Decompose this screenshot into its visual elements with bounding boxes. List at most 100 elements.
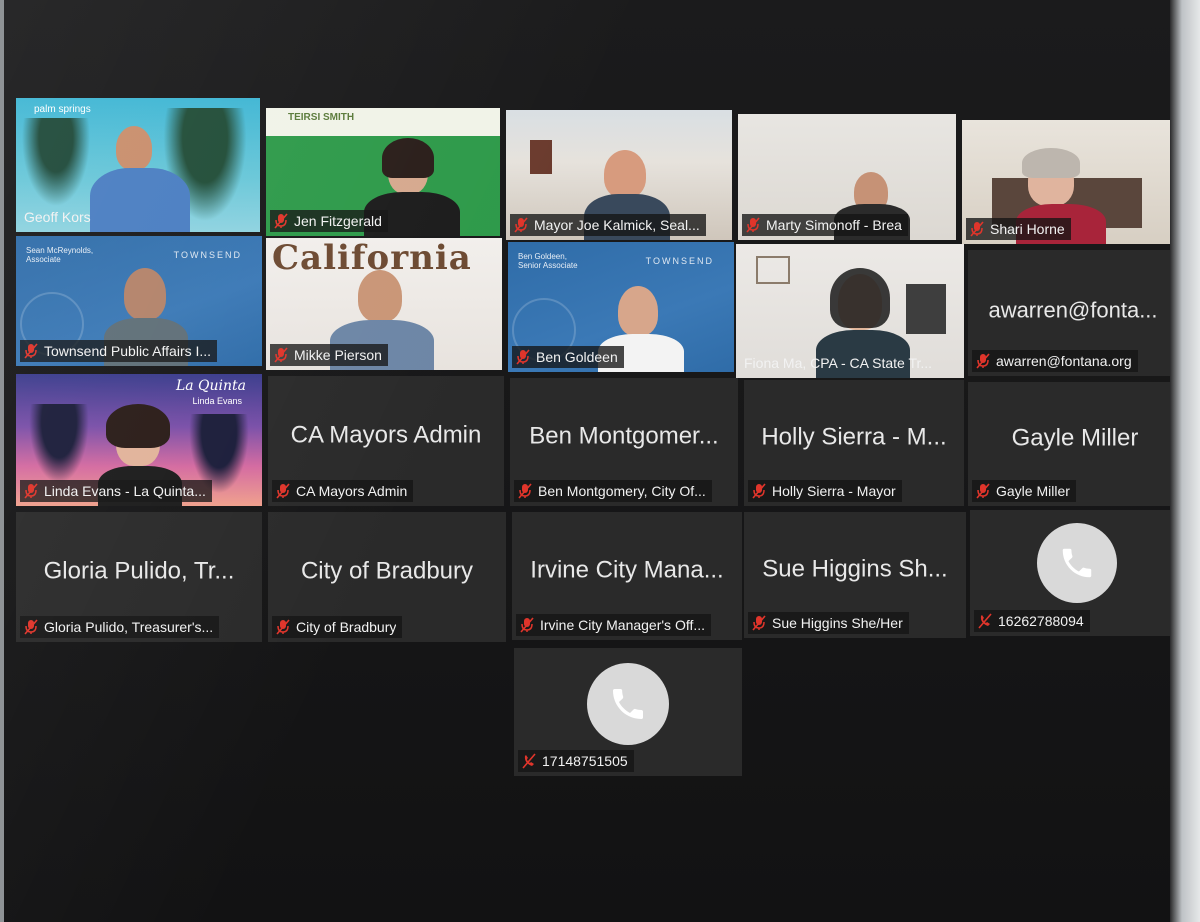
phone-tile-17148751505[interactable]: 17148751505 (514, 648, 742, 776)
zoom-gallery-view: palm springs Geoff Kors TEIRSI SMITH Jen… (4, 0, 1198, 922)
participant-display-name: Gloria Pulido, Tr... (43, 557, 235, 585)
participant-face (116, 126, 152, 170)
video-tile-marty-simonoff[interactable]: Marty Simonoff - Brea (738, 114, 956, 240)
phone-tile-16262788094[interactable]: 16262788094 (970, 510, 1184, 636)
video-tile-city-of-bradbury[interactable]: City of Bradbury City of Bradbury (268, 512, 506, 642)
muted-mic-icon (752, 615, 766, 631)
participant-name: awarren@fontana.org (996, 353, 1132, 369)
participant-label: Gayle Miller (972, 480, 1076, 502)
participant-label: Holly Sierra - Mayor (748, 480, 902, 502)
participant-label: Gloria Pulido, Treasurer's... (20, 616, 220, 638)
participant-name: Marty Simonoff - Brea (766, 217, 902, 233)
participant-name: 17148751505 (542, 753, 628, 769)
muted-mic-icon (24, 483, 38, 499)
participant-display-name: awarren@fonta... (988, 297, 1158, 323)
participant-label: Irvine City Manager's Off... (516, 614, 712, 636)
participant-hair (382, 138, 434, 178)
muted-mic-icon (970, 221, 984, 237)
participant-face (358, 270, 402, 322)
participant-name: City of Bradbury (296, 619, 397, 635)
office-chair (906, 284, 946, 334)
participant-face (124, 268, 166, 320)
participant-label: CA Mayors Admin (272, 480, 414, 502)
participant-display-name: Holly Sierra - M... (761, 423, 947, 451)
video-tile-townsend[interactable]: Sean McReynolds, Associate TOWNSEND Town… (16, 236, 262, 366)
participant-label: Ben Goldeen (512, 346, 624, 368)
video-tile-ca-mayors-admin[interactable]: CA Mayors Admin CA Mayors Admin (268, 376, 504, 506)
participant-face (618, 286, 658, 336)
video-tile-linda-evans[interactable]: La Quinta Linda Evans Linda Evans - La Q… (16, 374, 262, 506)
participant-name: Linda Evans - La Quinta... (44, 483, 206, 499)
participant-label: Jen Fitzgerald (270, 210, 388, 232)
participant-hair (106, 404, 170, 448)
video-tile-holly-sierra[interactable]: Holly Sierra - M... Holly Sierra - Mayor (744, 380, 964, 506)
participant-name: Ben Goldeen (536, 349, 618, 365)
video-tile-jen-fitzgerald[interactable]: TEIRSI SMITH Jen Fitzgerald (266, 108, 500, 236)
video-tile-ben-goldeen[interactable]: Ben Goldeen, Senior Associate TOWNSEND B… (508, 242, 734, 372)
participant-display-name: Ben Montgomer... (529, 422, 719, 450)
participant-name: Shari Horne (990, 221, 1065, 237)
phone-icon (1062, 548, 1092, 578)
participant-name: Jen Fitzgerald (294, 213, 382, 229)
muted-mic-icon (752, 483, 766, 499)
townsend-caption: Sean McReynolds, Associate (26, 246, 94, 264)
wall-frame (756, 256, 790, 284)
video-tile-gloria-pulido[interactable]: Gloria Pulido, Tr... Gloria Pulido, Trea… (16, 512, 262, 642)
la-quinta-logo: La Quinta (175, 378, 246, 394)
participant-name: Gloria Pulido, Treasurer's... (44, 619, 214, 635)
participant-label: Fiona Ma, CPA - CA State Tr... (740, 352, 938, 374)
video-tile-gayle-miller[interactable]: Gayle Miller Gayle Miller (968, 382, 1182, 506)
participant-display-name: City of Bradbury (300, 557, 474, 585)
teiresi-logo: TEIRSI SMITH (288, 112, 355, 123)
participant-name: Mayor Joe Kalmick, Seal... (534, 217, 700, 233)
participant-display-name: Gayle Miller (1011, 424, 1139, 452)
video-tile-geoff-kors[interactable]: palm springs Geoff Kors (16, 98, 260, 232)
muted-mic-icon (516, 349, 530, 365)
la-quinta-subtitle: Linda Evans (192, 396, 242, 406)
palm-springs-logo: palm springs (34, 104, 91, 115)
participant-label: Townsend Public Affairs I... (20, 340, 218, 362)
participant-label: City of Bradbury (272, 616, 403, 638)
participant-name: Gayle Miller (996, 483, 1070, 499)
palm-tree-left (16, 118, 96, 218)
video-tile-awarren[interactable]: awarren@fonta... awarren@fontana.org (968, 250, 1178, 376)
participant-display-name: Sue Higgins Sh... (762, 555, 948, 583)
participant-name: CA Mayors Admin (296, 483, 408, 499)
townsend-logo: TOWNSEND (173, 250, 242, 260)
participant-label: 17148751505 (518, 750, 634, 772)
participant-label: awarren@fontana.org (972, 350, 1138, 372)
video-tile-mikke-pierson[interactable]: California Mikke Pierson (266, 238, 502, 370)
participant-label: Mayor Joe Kalmick, Seal... (510, 214, 706, 236)
participant-name: Mikke Pierson (294, 347, 382, 363)
participant-label: Ben Montgomery, City Of... (514, 480, 712, 502)
participant-label: Geoff Kors (20, 206, 97, 228)
participant-name: Fiona Ma, CPA - CA State Tr... (744, 355, 933, 371)
video-tile-ben-montgomery[interactable]: Ben Montgomer... Ben Montgomery, City Of… (510, 378, 738, 506)
muted-mic-icon (276, 619, 290, 635)
video-tile-joe-kalmick[interactable]: Mayor Joe Kalmick, Seal... (506, 110, 732, 240)
muted-mic-icon (274, 213, 288, 229)
muted-mic-icon (976, 353, 990, 369)
wall-art (530, 140, 552, 174)
participant-label: Marty Simonoff - Brea (742, 214, 908, 236)
muted-mic-icon (274, 347, 288, 363)
muted-phone-icon (978, 613, 992, 629)
participant-label: Mikke Pierson (270, 344, 388, 366)
participant-label: Linda Evans - La Quinta... (20, 480, 212, 502)
video-tile-sue-higgins[interactable]: Sue Higgins Sh... Sue Higgins She/Her (744, 512, 966, 638)
muted-mic-icon (24, 619, 38, 635)
video-tile-shari-horne[interactable]: Shari Horne (962, 120, 1174, 244)
muted-mic-icon (276, 483, 290, 499)
participant-name: 16262788094 (998, 613, 1084, 629)
phone-icon (613, 689, 643, 720)
phone-avatar (1037, 522, 1117, 603)
video-tile-irvine-city-manager[interactable]: Irvine City Mana... Irvine City Manager'… (512, 512, 742, 640)
participant-label: Shari Horne (966, 218, 1071, 240)
participant-name: Irvine City Manager's Off... (540, 617, 706, 633)
townsend-logo: TOWNSEND (645, 256, 714, 266)
muted-phone-icon (522, 753, 536, 769)
participant-label: 16262788094 (974, 610, 1090, 632)
monitor-bezel (1170, 0, 1200, 922)
video-tile-fiona-ma[interactable]: Fiona Ma, CPA - CA State Tr... (736, 244, 964, 378)
participant-display-name: Irvine City Mana... (530, 556, 724, 584)
